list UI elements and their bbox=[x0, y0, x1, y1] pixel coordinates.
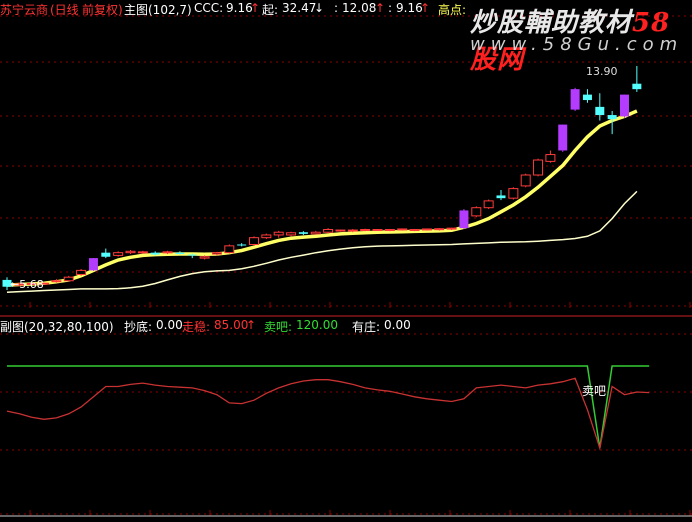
stock-name: 苏宁云商 bbox=[0, 3, 49, 17]
low-price-arrow-icon: ← bbox=[10, 278, 20, 291]
arrow-up-icon: ↑ bbox=[250, 1, 261, 15]
candle-body bbox=[273, 231, 284, 236]
candle-body bbox=[175, 252, 185, 255]
candle-body bbox=[496, 195, 506, 199]
sub-chart-header: 副图(20,32,80,100) 抄底: 0.00 走稳: 85.00 ↑ 卖吧… bbox=[0, 318, 692, 334]
candle-body bbox=[520, 174, 531, 187]
qi-value: 32.47 bbox=[282, 1, 317, 15]
v3-value: 12.08 bbox=[342, 1, 377, 15]
candle-body bbox=[162, 251, 173, 254]
ccc-value: 9.16 bbox=[226, 1, 253, 15]
watermark-url: www.58Gu.com bbox=[470, 34, 684, 55]
candle-body bbox=[533, 159, 544, 176]
v4-value: 9.16 bbox=[396, 1, 423, 15]
qi-label: 起: bbox=[262, 3, 279, 17]
candle-body bbox=[397, 228, 408, 231]
low-price-label: ←5.68 bbox=[10, 278, 44, 291]
candle-body bbox=[113, 252, 124, 256]
candle-body bbox=[335, 229, 346, 232]
candle-body bbox=[409, 229, 420, 232]
candle-body bbox=[125, 250, 136, 254]
signal-label: 卖吧 bbox=[582, 384, 607, 398]
candle-body bbox=[76, 269, 87, 275]
candle-body bbox=[471, 207, 482, 217]
candle-body bbox=[63, 276, 74, 282]
candle-body bbox=[211, 252, 222, 255]
candle-body bbox=[187, 254, 197, 256]
candle-body bbox=[384, 229, 395, 232]
arrow-up-icon: ↑ bbox=[246, 318, 257, 332]
candle-body bbox=[347, 229, 358, 232]
arrow-up-icon: ↑ bbox=[420, 1, 431, 15]
threshold-line bbox=[7, 365, 650, 449]
candle-body bbox=[632, 83, 642, 90]
zouwen-value: 85.00 bbox=[214, 318, 249, 332]
candle-body bbox=[199, 256, 210, 259]
candlesticks bbox=[2, 66, 642, 290]
period: (日线 bbox=[50, 3, 79, 17]
candle-body bbox=[545, 154, 556, 162]
candle-body bbox=[323, 229, 334, 233]
candle-body bbox=[310, 231, 321, 235]
ma-slow-line bbox=[6, 190, 638, 293]
candle-body bbox=[51, 280, 62, 283]
youzhuang-value: 0.00 bbox=[384, 318, 411, 332]
arrow-down-icon: ↓ bbox=[314, 1, 325, 15]
oscillator-line bbox=[6, 377, 650, 451]
candle-body bbox=[446, 227, 457, 230]
candle-body bbox=[286, 232, 297, 236]
candle-body bbox=[137, 251, 148, 254]
candle-body bbox=[595, 106, 605, 116]
candle-body bbox=[582, 94, 592, 101]
candle-body bbox=[558, 124, 568, 151]
candle-body bbox=[360, 229, 371, 232]
candle-body bbox=[607, 115, 617, 120]
candle-body bbox=[434, 228, 445, 231]
maiba-label: 卖吧: bbox=[264, 320, 293, 334]
candle-body bbox=[483, 200, 494, 209]
main-label: 主图(102,7) bbox=[124, 3, 192, 17]
candle-body bbox=[620, 94, 629, 117]
oscillator-lines bbox=[6, 365, 650, 451]
stock-chart bbox=[0, 15, 692, 517]
ccc-label: CCC: bbox=[194, 1, 224, 15]
candle-body bbox=[224, 245, 235, 254]
gaodian-label: 高点: bbox=[438, 3, 467, 17]
low-price-value: 5.68 bbox=[19, 278, 44, 291]
sep-colon: : bbox=[334, 1, 339, 15]
youzhuang-label: 有庄: bbox=[352, 320, 381, 334]
candle-body bbox=[261, 234, 272, 239]
chaodi-label: 抄底: bbox=[124, 320, 153, 334]
candle-body bbox=[237, 244, 247, 246]
candle-body bbox=[508, 188, 519, 199]
adjust: 前复权) bbox=[82, 3, 123, 17]
candle-body bbox=[459, 210, 469, 229]
zouwen-label: 走稳: bbox=[182, 320, 211, 334]
chaodi-value: 0.00 bbox=[156, 318, 183, 332]
candle-body bbox=[101, 252, 111, 257]
maiba-value: 120.00 bbox=[296, 318, 338, 332]
ma-fast-line bbox=[6, 109, 638, 287]
sub-label: 副图(20,32,80,100) bbox=[0, 320, 114, 334]
moving-average-lines bbox=[6, 109, 638, 293]
candle-body bbox=[150, 252, 160, 255]
candle-body bbox=[88, 258, 98, 271]
high-price-label: 13.90 bbox=[586, 65, 618, 78]
candle-body bbox=[249, 237, 259, 245]
candle-body bbox=[298, 232, 308, 234]
sep-colon: : bbox=[388, 1, 393, 15]
candle-body bbox=[570, 89, 580, 110]
candle-body bbox=[421, 228, 432, 231]
arrow-up-icon: ↑ bbox=[375, 1, 386, 15]
candle-body bbox=[372, 229, 383, 232]
